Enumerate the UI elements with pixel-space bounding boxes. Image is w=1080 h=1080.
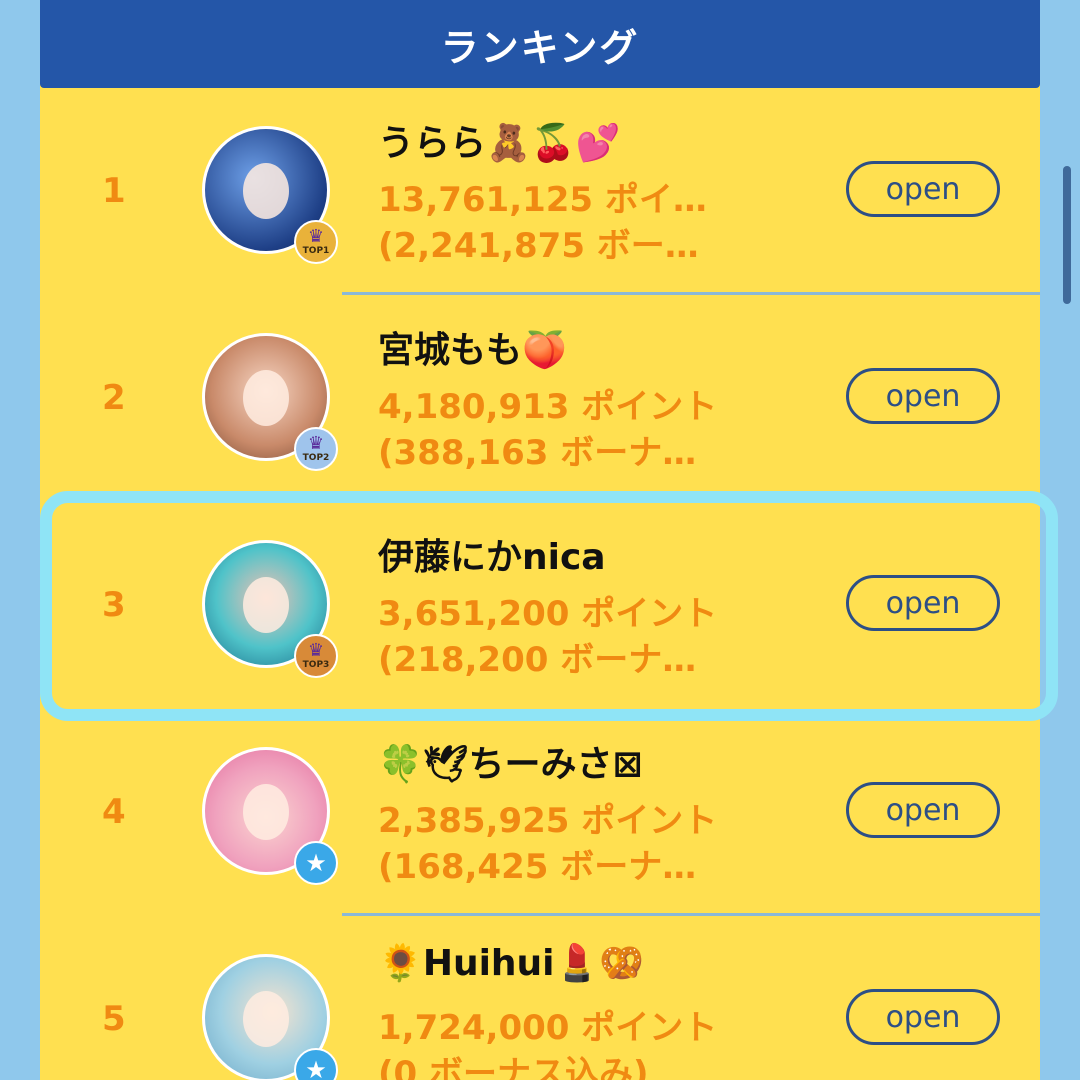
ranking-header: ランキング <box>40 0 1040 88</box>
entry-points: 13,761,125 ポイ… <box>378 180 707 218</box>
entry-points: 4,180,913 ポイント <box>378 387 718 425</box>
ranking-row-1[interactable]: 1 ♛ TOP1 うらら🧸🍒💕 13,761,125 ポイ… (2,241,87… <box>40 88 1040 294</box>
rank-number: 3 <box>102 585 126 625</box>
top3-crown-badge: ♛ TOP3 <box>294 634 338 678</box>
ranking-row-5[interactable]: 5 ★ 🌻Huihui💄🥨 1,724,000 ポイント (0 ボーナス込み) … <box>40 916 1040 1080</box>
entry-bonus: (388,163 ボーナ… <box>378 433 697 471</box>
entry-name: 宮城もも🍑 <box>378 330 567 371</box>
star-icon: ★ <box>305 849 327 877</box>
avatar-photo <box>243 991 289 1047</box>
entry-name: 🍀🕊ちーみさ⊠ <box>378 744 643 785</box>
avatar-photo <box>243 784 289 840</box>
crown-icon: ♛ <box>307 226 325 247</box>
open-button[interactable]: open <box>846 575 1000 631</box>
open-button[interactable]: open <box>846 989 1000 1045</box>
entry-bonus: (168,425 ボーナ… <box>378 847 697 885</box>
avatar-photo <box>243 370 289 426</box>
entry-points: 2,385,925 ポイント <box>378 801 718 839</box>
top2-crown-badge: ♛ TOP2 <box>294 427 338 471</box>
badge-label: TOP2 <box>302 453 330 463</box>
entry-points: 1,724,000 ポイント <box>378 1008 718 1046</box>
entry-name: 🌻Huihui💄🥨 <box>378 943 645 984</box>
rank-number: 5 <box>102 999 126 1039</box>
open-button[interactable]: open <box>846 782 1000 838</box>
ranking-row-3[interactable]: 3 ♛ TOP3 伊藤にかnica 3,651,200 ポイント (218,20… <box>40 502 1040 708</box>
ranking-panel: ランキング 1 ♛ TOP1 うらら🧸🍒💕 13,761,125 ポイ… (2,… <box>40 0 1040 1080</box>
open-button[interactable]: open <box>846 368 1000 424</box>
entry-points: 3,651,200 ポイント <box>378 594 718 632</box>
entry-bonus: (0 ボーナス込み) <box>378 1054 649 1080</box>
top1-crown-badge: ♛ TOP1 <box>294 220 338 264</box>
avatar-photo <box>243 577 289 633</box>
scrollbar-thumb[interactable] <box>1063 166 1071 304</box>
badge-label: TOP3 <box>302 660 330 670</box>
avatar-photo <box>243 163 289 219</box>
entry-name: 伊藤にかnica <box>378 537 606 578</box>
rank-number: 1 <box>102 171 126 211</box>
rank-number: 2 <box>102 378 126 418</box>
star-icon: ★ <box>305 1056 327 1080</box>
open-button[interactable]: open <box>846 161 1000 217</box>
ranking-row-4[interactable]: 4 ★ 🍀🕊ちーみさ⊠ 2,385,925 ポイント (168,425 ボーナ…… <box>40 709 1040 915</box>
entry-bonus: (2,241,875 ボー… <box>378 226 699 264</box>
entry-name: うらら🧸🍒💕 <box>378 123 621 164</box>
ranking-title: ランキング <box>440 25 640 70</box>
star-badge: ★ <box>294 841 338 885</box>
rank-number: 4 <box>102 792 126 832</box>
star-badge: ★ <box>294 1048 338 1080</box>
crown-icon: ♛ <box>307 433 325 454</box>
badge-label: TOP1 <box>302 246 330 256</box>
ranking-row-2[interactable]: 2 ♛ TOP2 宮城もも🍑 4,180,913 ポイント (388,163 ボ… <box>40 295 1040 501</box>
crown-icon: ♛ <box>307 640 325 661</box>
entry-bonus: (218,200 ボーナ… <box>378 640 697 678</box>
